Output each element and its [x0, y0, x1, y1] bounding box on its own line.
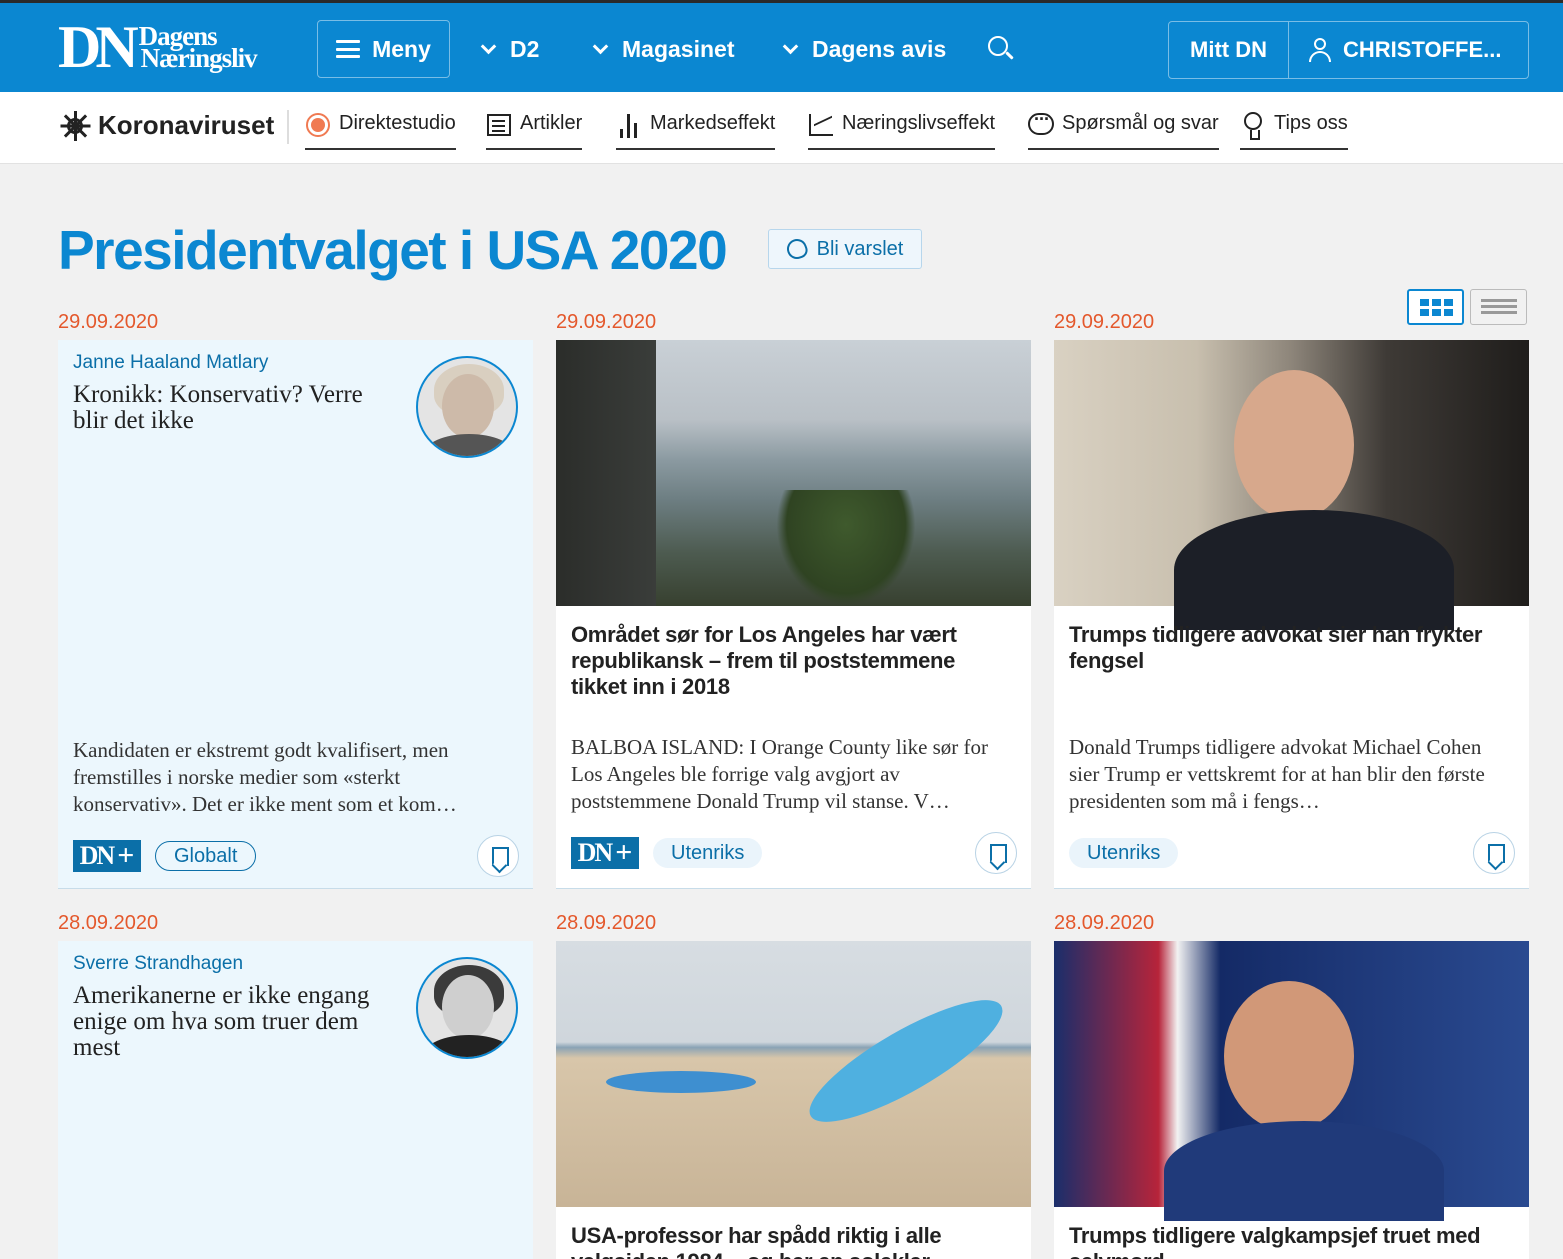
article-ingress: BALBOA ISLAND: I Orange County like sør …	[571, 735, 989, 813]
nav-magasinet[interactable]: Magasinet	[592, 20, 734, 78]
top-bar: DN Dagens Næringsliv Meny D2 Magasinet D…	[0, 0, 1563, 92]
article-card[interactable]: USA-professor har spådd riktig i alle va…	[556, 941, 1031, 1259]
article-card[interactable]: Janne Haaland Matlary Kronikk: Konservat…	[58, 340, 533, 889]
article-card[interactable]: Trumps tidligere advokat sier han frykte…	[1054, 340, 1529, 889]
list-view-toggle[interactable]	[1470, 289, 1527, 325]
bookmark-icon[interactable]	[975, 832, 1017, 874]
bar-chart-icon	[616, 112, 642, 138]
dn-plus-badge: DN +	[73, 839, 141, 872]
line-chart-icon	[808, 112, 834, 138]
search-icon[interactable]	[988, 36, 1014, 62]
bell-icon	[783, 236, 810, 262]
article-ingress: Donald Trumps tidligere advokat Michael …	[1069, 735, 1485, 813]
subnav-item-tips-oss[interactable]: Tips oss	[1240, 112, 1348, 150]
nav-d2[interactable]: D2	[480, 20, 539, 78]
mitt-dn-button[interactable]: Mitt DN	[1169, 22, 1289, 78]
lightbulb-icon	[1240, 112, 1266, 140]
bookmark-icon[interactable]	[477, 835, 519, 877]
topic-subnav: Koronaviruset Direktestudio Artikler Mar…	[0, 92, 1563, 164]
article-card[interactable]: Sverre Strandhagen Amerikanerne er ikke …	[58, 941, 533, 1259]
user-name: CHRISTOFFE...	[1343, 37, 1502, 62]
user-button[interactable]: CHRISTOFFE...	[1289, 22, 1528, 78]
menu-label: Meny	[372, 35, 431, 62]
article-ingress: Kandidaten er ekstremt godt kvalifisert,…	[73, 738, 457, 816]
article-date: 29.09.2020	[58, 311, 159, 333]
article-image[interactable]	[556, 941, 1031, 1207]
article-image[interactable]	[1054, 941, 1529, 1221]
grid-icon	[1420, 299, 1453, 316]
author-name[interactable]: Janne Haaland Matlary	[73, 352, 268, 374]
card-footer: Utenriks	[1069, 833, 1179, 873]
divider	[287, 110, 289, 144]
subnav-item-direktestudio[interactable]: Direktestudio	[305, 112, 456, 150]
article-title[interactable]: Trumps tidligere valgkampsjef truet med …	[1069, 1223, 1509, 1259]
card-footer: DN + Globalt	[73, 836, 257, 876]
bookmark-icon[interactable]	[1473, 832, 1515, 874]
article-title[interactable]: Kronikk: Konservativ? Verre blir det ikk…	[73, 382, 403, 434]
author-avatar	[416, 957, 518, 1059]
article-icon	[486, 112, 512, 138]
hamburger-icon	[336, 40, 361, 58]
notify-button[interactable]: Bli varslet	[768, 229, 922, 269]
section-tag[interactable]: Globalt	[155, 841, 257, 871]
subnav-item-artikler[interactable]: Artikler	[486, 112, 583, 150]
menu-button[interactable]: Meny	[317, 20, 450, 78]
subnav-item-markedseffekt[interactable]: Markedseffekt	[616, 112, 776, 150]
author-name[interactable]: Sverre Strandhagen	[73, 953, 243, 975]
chat-bubble-icon	[1028, 109, 1054, 138]
chevron-down-icon	[480, 38, 497, 54]
topic-koronaviruset[interactable]: Koronaviruset	[60, 110, 274, 141]
subnav-item-sporsmal-og-svar[interactable]: Spørsmål og svar	[1028, 109, 1219, 150]
article-title[interactable]: Trumps tidligere advokat sier han frykte…	[1069, 622, 1509, 674]
virus-icon	[60, 110, 91, 141]
account-area: Mitt DN CHRISTOFFE...	[1168, 21, 1529, 79]
logo-wordmark: Dagens Næringsliv	[138, 21, 258, 73]
dn-logo[interactable]: DN Dagens Næringsliv	[58, 14, 258, 80]
subnav-item-naeringslivseffekt[interactable]: Næringslivseffekt	[808, 112, 996, 150]
author-avatar	[416, 356, 518, 458]
chevron-down-icon	[782, 38, 799, 54]
chevron-down-icon	[592, 38, 609, 54]
article-image[interactable]	[556, 340, 1031, 606]
card-footer: DN + Utenriks	[571, 833, 763, 873]
dn-plus-badge: DN +	[571, 836, 639, 869]
user-icon	[1309, 38, 1331, 62]
page-title: Presidentvalget i USA 2020	[58, 219, 728, 281]
article-date: 28.09.2020	[1054, 912, 1155, 934]
logo-mark: DN	[58, 14, 139, 80]
section-tag[interactable]: Utenriks	[653, 838, 763, 868]
article-card[interactable]: Området sør for Los Angeles har vært rep…	[556, 340, 1031, 889]
list-icon	[1481, 299, 1517, 315]
article-image[interactable]	[1054, 340, 1529, 630]
nav-dagens-avis[interactable]: Dagens avis	[782, 20, 946, 78]
article-title[interactable]: Området sør for Los Angeles har vært rep…	[571, 622, 1011, 700]
article-date: 29.09.2020	[1054, 311, 1155, 333]
article-date: 28.09.2020	[556, 912, 657, 934]
grid-view-toggle[interactable]	[1407, 289, 1464, 325]
article-title[interactable]: Amerikanerne er ikke engang enige om hva…	[73, 983, 403, 1061]
live-dot-icon	[305, 112, 331, 138]
article-card[interactable]: Trumps tidligere valgkampsjef truet med …	[1054, 941, 1529, 1259]
article-date: 29.09.2020	[556, 311, 657, 333]
article-title[interactable]: USA-professor har spådd riktig i alle va…	[571, 1223, 1011, 1259]
section-tag[interactable]: Utenriks	[1069, 838, 1179, 868]
article-date: 28.09.2020	[58, 912, 159, 934]
